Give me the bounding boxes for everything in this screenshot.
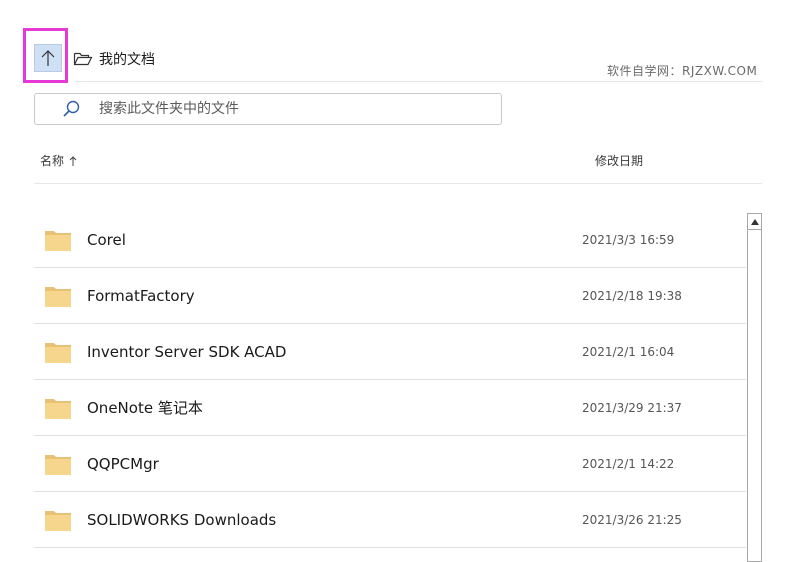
folder-icon bbox=[45, 287, 71, 307]
file-modified: 2021/2/18 19:38 bbox=[582, 288, 682, 303]
file-name: OneNote 笔记本 bbox=[87, 399, 203, 417]
file-row[interactable]: OneNote 笔记本 2021/3/29 21:37 bbox=[34, 380, 746, 436]
column-header-name[interactable]: 名称 bbox=[40, 152, 78, 169]
file-row[interactable]: QQPCMgr 2021/2/1 14:22 bbox=[34, 436, 746, 492]
folder-icon bbox=[45, 231, 71, 251]
search-box[interactable] bbox=[34, 93, 502, 125]
file-modified: 2021/3/26 21:25 bbox=[582, 512, 682, 527]
file-row[interactable]: Inventor Server SDK ACAD 2021/2/1 16:04 bbox=[34, 324, 746, 380]
vertical-scrollbar[interactable] bbox=[747, 213, 762, 562]
file-list: Corel 2021/3/3 16:59 FormatFactory 2021/… bbox=[34, 212, 746, 548]
scroll-up-button[interactable] bbox=[748, 214, 761, 230]
column-header-name-label: 名称 bbox=[40, 154, 65, 168]
file-name: Inventor Server SDK ACAD bbox=[87, 342, 287, 361]
breadcrumb[interactable]: 我的文档 bbox=[73, 48, 155, 70]
file-modified: 2021/3/29 21:37 bbox=[582, 400, 682, 415]
file-name: FormatFactory bbox=[87, 286, 195, 305]
file-name: SOLIDWORKS Downloads bbox=[87, 510, 277, 529]
arrow-up-icon bbox=[41, 50, 55, 66]
file-modified: 2021/2/1 14:22 bbox=[582, 456, 675, 471]
file-row[interactable]: SOLIDWORKS Downloads 2021/3/26 21:25 bbox=[34, 492, 746, 548]
folder-icon bbox=[45, 343, 71, 363]
watermark-text: 软件自学网：RJZXW.COM bbox=[607, 64, 758, 78]
column-header-modified-label: 修改日期 bbox=[595, 154, 644, 168]
folder-icon bbox=[45, 511, 71, 531]
up-folder-button[interactable] bbox=[34, 44, 62, 72]
file-name: Corel bbox=[87, 230, 126, 249]
column-header-modified[interactable]: 修改日期 bbox=[595, 152, 643, 169]
file-modified: 2021/2/1 16:04 bbox=[582, 344, 675, 359]
file-name: QQPCMgr bbox=[87, 454, 159, 473]
sort-ascending-icon bbox=[69, 155, 77, 166]
file-modified: 2021/3/3 16:59 bbox=[582, 232, 675, 247]
folder-icon bbox=[45, 455, 71, 475]
column-header-divider bbox=[34, 183, 762, 184]
file-row[interactable]: Corel 2021/3/3 16:59 bbox=[34, 212, 746, 268]
folder-icon bbox=[45, 399, 71, 419]
search-icon bbox=[61, 99, 81, 119]
file-row[interactable]: FormatFactory 2021/2/18 19:38 bbox=[34, 268, 746, 324]
scroll-up-arrow-icon bbox=[750, 218, 759, 225]
search-input[interactable] bbox=[97, 100, 461, 118]
open-folder-icon bbox=[73, 52, 93, 66]
current-folder-label: 我的文档 bbox=[99, 52, 155, 68]
header-divider bbox=[74, 81, 762, 82]
